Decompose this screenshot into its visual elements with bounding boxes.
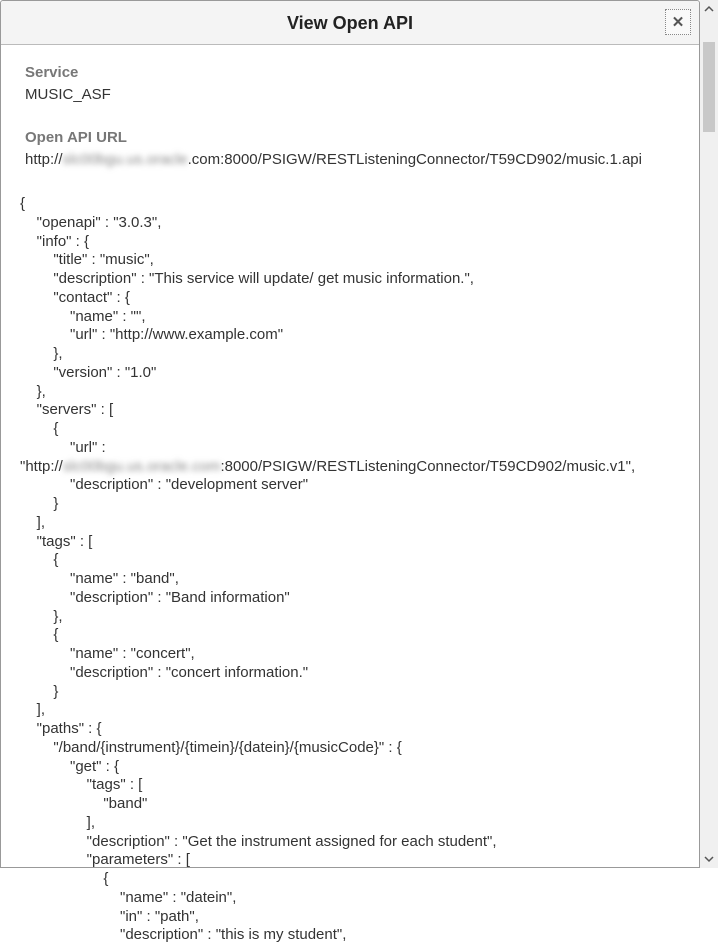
json-line: "parameters" : [ [20,851,190,868]
json-line: { [20,195,25,212]
dialog-title: View Open API [1,1,699,45]
openapi-url-value: http://slc00bgu.us.oracle.com:8000/PSIGW… [25,150,675,170]
json-line: ], [20,814,95,831]
json-line: "tags" : [ [20,533,92,550]
url-host-blurred: slc00bgu.us.oracle [63,151,188,168]
json-line: "description" : "development server" [20,476,308,493]
service-value: MUSIC_ASF [25,85,675,105]
json-line: } [20,683,58,700]
json-line: "name" : "", [20,308,146,325]
url-suffix: .com:8000/PSIGW/RESTListeningConnector/T… [188,151,642,168]
json-line: :8000/PSIGW/RESTListeningConnector/T59CD… [220,458,635,475]
json-line: }, [20,608,63,625]
json-line: "description" : "Band information" [20,589,290,606]
json-line: "paths" : { [20,720,102,737]
json-line: "get" : { [20,758,119,775]
json-line: ], [20,701,45,718]
scroll-track[interactable] [700,18,718,850]
json-line: "url" : [20,439,106,456]
json-line: "name" : "concert", [20,645,195,662]
json-line: "band" [20,795,147,812]
json-line: ], [20,514,45,531]
json-line: { [20,420,58,437]
scroll-down-arrow-icon[interactable] [700,850,718,868]
json-line: "title" : "music", [20,251,154,268]
json-line: "tags" : [ [20,776,142,793]
close-icon: ✕ [672,13,685,31]
json-line: "info" : { [20,233,89,250]
scroll-up-arrow-icon[interactable] [700,0,718,18]
json-line: { [20,551,58,568]
json-line: }, [20,345,63,362]
json-line: "description" : "this is my student", [20,926,346,943]
json-line: "contact" : { [20,289,130,306]
json-line: }, [20,383,46,400]
dialog-header: View Open API ✕ [1,1,699,45]
json-line: "description" : "concert information." [20,664,308,681]
json-line: "in" : "path", [20,908,199,925]
json-line: "name" : "datein", [20,889,236,906]
json-line: "http:// [20,458,63,475]
json-line: "servers" : [ [20,401,113,418]
json-line: "name" : "band", [20,570,179,587]
json-line: "description" : "Get the instrument assi… [20,833,497,850]
url-prefix: http:// [25,151,63,168]
json-line: "description" : "This service will updat… [20,270,474,287]
json-line: } [20,495,58,512]
json-line: "/band/{instrument}/{timein}/{datein}/{m… [20,739,402,756]
scroll-thumb[interactable] [703,42,715,132]
json-line: "version" : "1.0" [20,364,156,381]
json-line: { [20,626,58,643]
dialog-content: Service MUSIC_ASF Open API URL http://sl… [1,45,699,945]
openapi-url-label: Open API URL [25,128,675,148]
json-line: { [20,870,108,887]
openapi-json-body: { "openapi" : "3.0.3", "info" : { "title… [20,195,675,945]
json-line: "url" : "http://www.example.com" [20,326,283,343]
json-line: "openapi" : "3.0.3", [20,214,161,231]
dialog-container: View Open API ✕ Service MUSIC_ASF Open A… [0,0,700,868]
vertical-scrollbar[interactable] [700,0,718,868]
service-label: Service [25,63,675,83]
close-button[interactable]: ✕ [665,9,691,35]
json-line-blurred: slc00bgu.us.oracle.com [63,458,221,475]
